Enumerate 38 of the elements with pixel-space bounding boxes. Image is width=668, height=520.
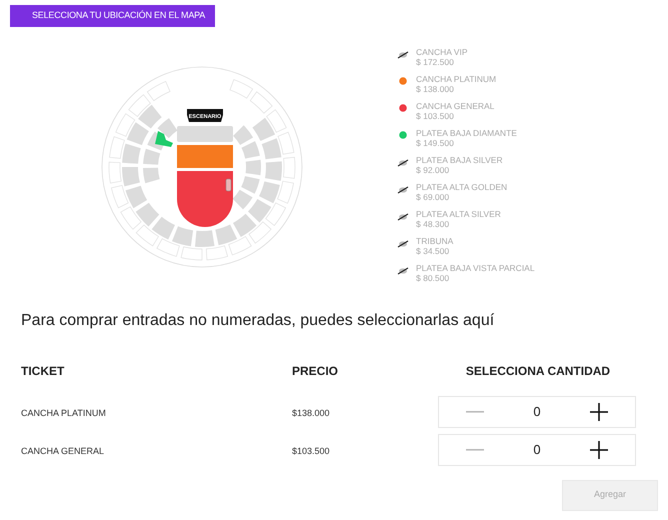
section-name: CANCHA GENERAL: [416, 100, 494, 110]
section-price: $ 80.500: [416, 272, 450, 282]
section-name: CANCHA PLATINUM: [416, 74, 496, 84]
section-price: $ 92.000: [416, 164, 450, 174]
section-name: CANCHA VIP: [416, 46, 468, 56]
instruction-text: Para comprar entradas no numeradas, puedes seleccionarlas aquí: [21, 310, 496, 330]
column-header: TICKET: [21, 364, 64, 378]
section-price: $ 103.500: [416, 110, 455, 120]
seating-section[interactable]: [158, 118, 178, 138]
seating-section[interactable]: [177, 144, 233, 168]
column-header: PRECIO: [292, 364, 338, 378]
section-name: PLATEA BAJA SILVER: [416, 154, 503, 164]
quantity-value: 0: [533, 402, 541, 421]
column-header: SELECCIONA CANTIDAD: [466, 364, 610, 378]
section-name: PLATEA ALTA GOLDEN: [416, 182, 508, 192]
table-cell: CANCHA PLATINUM: [21, 408, 106, 418]
minus-icon: [466, 448, 484, 450]
table-cell: $103.500: [292, 446, 330, 456]
quantity-value: 0: [533, 440, 541, 459]
table-cell: $138.000: [292, 408, 330, 418]
section-name: PLATEA BAJA DIAMANTE: [416, 128, 517, 138]
section-name: TRIBUNA: [416, 236, 454, 246]
map-title: SELECCIONA TU UBICACIÓN EN EL MAPA: [10, 5, 216, 26]
section-price: $ 48.300: [416, 218, 450, 228]
plus-icon: [590, 440, 608, 458]
seating-section[interactable]: [226, 178, 232, 191]
table-cell: CANCHA GENERAL: [21, 446, 104, 456]
section-price: $ 69.000: [416, 192, 450, 202]
section-price: $ 138.000: [416, 84, 455, 94]
seating-section[interactable]: [177, 170, 233, 226]
section-price: $ 172.500: [416, 56, 455, 66]
section-price: $ 149.500: [416, 138, 455, 148]
minus-icon: [466, 410, 484, 412]
section-price: $ 34.500: [416, 246, 450, 256]
section-name: PLATEA ALTA SILVER: [416, 208, 501, 218]
section-name: PLATEA BAJA VISTA PARCIAL: [416, 262, 535, 272]
seating-section[interactable]: [155, 130, 173, 146]
plus-icon: [590, 402, 608, 420]
